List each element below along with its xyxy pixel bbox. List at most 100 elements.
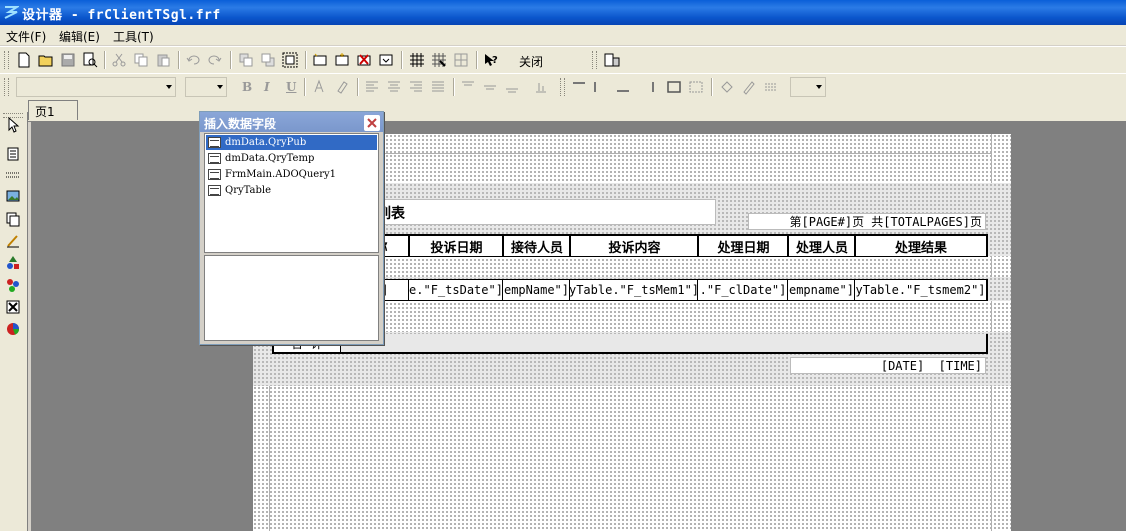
dataset-item[interactable]: QryTable: [208, 183, 271, 198]
frame-right-icon[interactable]: [640, 78, 658, 96]
menu-edit[interactable]: 编辑(E): [59, 28, 100, 45]
field-list[interactable]: [204, 255, 379, 341]
dialog-title-bar[interactable]: 插入数据字段: [200, 112, 383, 132]
dataset-item[interactable]: FrmMain.ADOQuery1: [208, 167, 336, 182]
data-cell-receptionist[interactable]: empName"]: [502, 280, 570, 300]
pointer-icon[interactable]: [4, 116, 22, 134]
frame-bottom-icon[interactable]: [614, 78, 632, 96]
frame-all-icon[interactable]: [665, 78, 683, 96]
tab-strip: [0, 99, 1126, 122]
line-object-icon[interactable]: [4, 232, 22, 250]
header-cell-complaint-date[interactable]: 投诉日期: [408, 236, 503, 256]
data-cell-complaint-date[interactable]: e."F_tsDate"]: [408, 280, 503, 300]
valign-bottom-icon[interactable]: [503, 78, 521, 96]
grid-icon[interactable]: [408, 51, 426, 69]
group-icon[interactable]: [281, 51, 299, 69]
checkbox-object-icon[interactable]: [4, 298, 22, 316]
toolbar-separator: [476, 51, 478, 69]
chevron-down-icon: [166, 85, 172, 89]
bold-button[interactable]: B: [242, 80, 252, 94]
align-right-icon[interactable]: [407, 78, 425, 96]
toolbar-grip[interactable]: [560, 78, 565, 96]
preview-icon[interactable]: [81, 51, 99, 69]
header-cell-handle-date[interactable]: 处理日期: [697, 236, 788, 256]
open-icon[interactable]: [37, 51, 55, 69]
data-cell-result[interactable]: yTable."F_tsmem2"]: [854, 280, 986, 300]
shape-object-icon[interactable]: [4, 254, 22, 272]
frame-width-select[interactable]: [790, 77, 826, 97]
data-cell-handler[interactable]: empname"]: [787, 280, 855, 300]
dialog-title: 插入数据字段: [204, 117, 277, 131]
italic-button[interactable]: I: [264, 80, 270, 94]
frame-none-icon[interactable]: [687, 78, 705, 96]
insert-field-icon[interactable]: [333, 51, 351, 69]
chart-object-icon[interactable]: [4, 320, 22, 338]
close-button[interactable]: 关闭: [519, 53, 543, 70]
frame-style-icon[interactable]: [762, 78, 780, 96]
menu-tools[interactable]: 工具(T): [113, 28, 154, 45]
picture-object-icon[interactable]: [4, 187, 22, 205]
underline-button[interactable]: U: [286, 80, 296, 94]
help-icon[interactable]: ?: [482, 51, 500, 69]
header-cell-receptionist[interactable]: 接待人员: [502, 236, 570, 256]
header-cell-handler[interactable]: 处理人员: [787, 236, 855, 256]
redo-icon[interactable]: [206, 51, 224, 69]
report-title-box[interactable]: 列表: [368, 199, 716, 225]
band-object-icon[interactable]: [4, 166, 22, 184]
toolbar-separator: [711, 78, 713, 96]
frame-left-icon[interactable]: [590, 78, 608, 96]
menu-file[interactable]: 文件(F): [6, 28, 46, 45]
font-color-icon[interactable]: [310, 78, 328, 96]
cut-icon[interactable]: [110, 51, 128, 69]
subreport-object-icon[interactable]: [4, 210, 22, 228]
fit-grid-icon[interactable]: [452, 51, 470, 69]
align-justify-icon[interactable]: [429, 78, 447, 96]
data-cell-complaint-content[interactable]: yTable."F_tsMem1"]: [569, 280, 698, 300]
header-cell-complaint-content[interactable]: 投诉内容: [569, 236, 698, 256]
dataset-list[interactable]: dmData.QryPub dmData.QryTemp FrmMain.ADO…: [204, 133, 379, 253]
dialog-close-button[interactable]: [364, 115, 380, 131]
frame-top-icon[interactable]: [570, 78, 588, 96]
paste-icon[interactable]: [154, 51, 172, 69]
insert-band-icon[interactable]: [311, 51, 329, 69]
undo-icon[interactable]: [184, 51, 202, 69]
data-dictionary-icon[interactable]: [603, 51, 621, 69]
page-number-field[interactable]: 第[PAGE#]页 共[TOTALPAGES]页: [748, 213, 986, 230]
svg-text:?: ?: [492, 55, 498, 66]
toolbar-separator: [453, 78, 455, 96]
text-object-icon[interactable]: [4, 145, 22, 163]
delete-icon[interactable]: [355, 51, 373, 69]
toolbar-grip[interactable]: [592, 51, 597, 69]
header-cell-result[interactable]: 处理结果: [854, 236, 986, 256]
valign-top-icon[interactable]: [459, 78, 477, 96]
ole-object-icon[interactable]: [4, 276, 22, 294]
font-size-select[interactable]: [185, 77, 227, 97]
copy-icon[interactable]: [132, 51, 150, 69]
save-icon[interactable]: [59, 51, 77, 69]
snap-grid-icon[interactable]: [430, 51, 448, 69]
fill-color-icon[interactable]: [718, 78, 736, 96]
align-center-icon[interactable]: [385, 78, 403, 96]
send-back-icon[interactable]: [259, 51, 277, 69]
align-icon[interactable]: [377, 51, 395, 69]
title-bar: 设计器 - frClientTSgl.frf: [0, 0, 1126, 25]
frame-color-icon[interactable]: [740, 78, 758, 96]
new-icon[interactable]: [15, 51, 33, 69]
toolbar-separator: [401, 51, 403, 69]
bring-front-icon[interactable]: [237, 51, 255, 69]
align-left-icon[interactable]: [363, 78, 381, 96]
font-name-select[interactable]: [16, 77, 176, 97]
toolbar-grip[interactable]: [4, 51, 9, 69]
toolbar-grip[interactable]: [4, 78, 9, 96]
toolbar-separator: [305, 51, 307, 69]
dataset-item[interactable]: dmData.QryTemp: [208, 151, 314, 166]
valign-middle-icon[interactable]: [481, 78, 499, 96]
date-time-field[interactable]: [DATE] [TIME]: [790, 357, 986, 374]
rotate-text-icon[interactable]: [532, 78, 550, 96]
dataset-item[interactable]: dmData.QryPub: [208, 135, 306, 150]
chevron-down-icon: [217, 85, 223, 89]
highlight-icon[interactable]: [333, 78, 351, 96]
dataset-item-label: QryTable: [225, 185, 272, 196]
data-cell-handle-date[interactable]: ."F_clDate"]: [697, 280, 788, 300]
tab-page1[interactable]: 页1: [28, 100, 78, 120]
